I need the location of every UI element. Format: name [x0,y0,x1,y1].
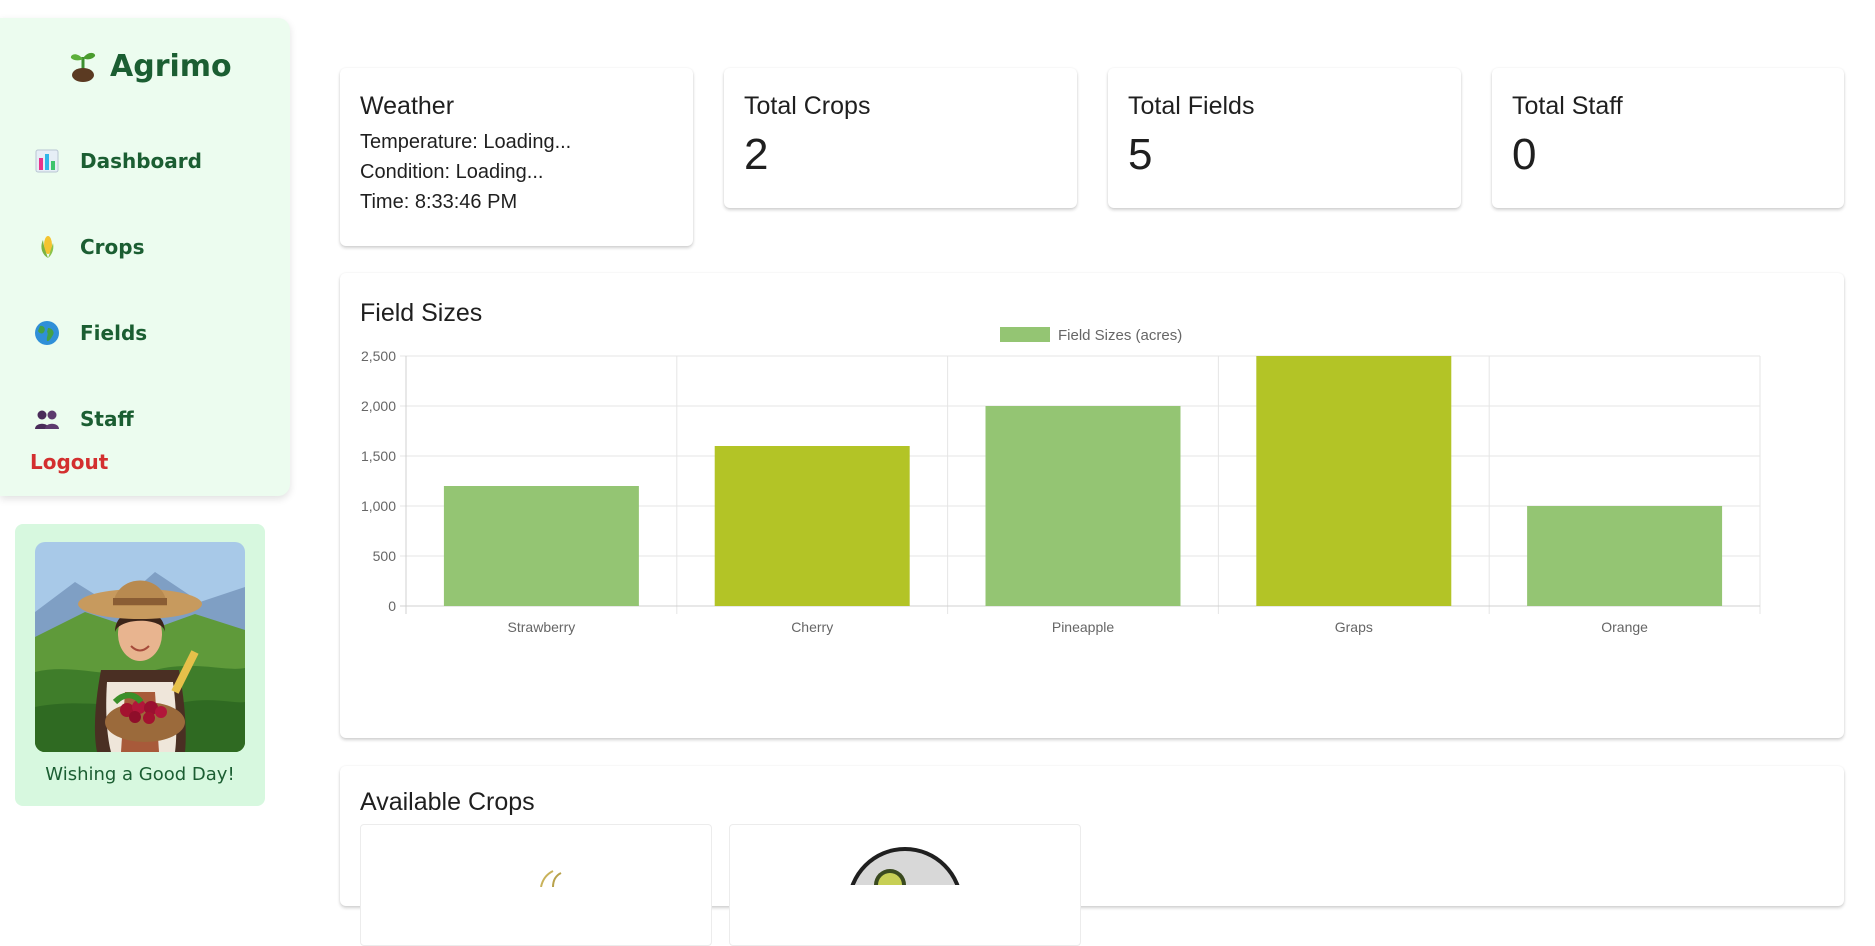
stat-card-total-fields: Total Fields 5 [1108,68,1461,208]
nav-item-staff[interactable]: Staff [34,406,134,432]
stat-value: 2 [744,130,769,179]
weather-condition: Condition: Loading... [360,161,544,183]
corn-icon [34,234,60,260]
bar [443,486,639,606]
stat-value: 0 [1512,130,1537,179]
nav-item-fields[interactable]: Fields [34,320,147,346]
stat-title: Total Staff [1512,92,1623,120]
crop-image [540,870,562,887]
people-icon [34,406,60,432]
crops-title: Available Crops [360,788,535,816]
nav-item-crops[interactable]: Crops [34,234,145,260]
field-sizes-card: Field Sizes 0 500 1,000 1,500 2,000 2,500 Stra… [340,273,1844,738]
y-tick-label: 500 [373,548,397,564]
crop-card[interactable] [729,824,1081,946]
chart-legend: Field Sizes (acres) [1000,327,1182,344]
bar [714,446,910,606]
x-tick-label: Graps [1335,619,1373,635]
nav-label: Crops [80,235,145,259]
weather-card: Weather Temperature: Loading... Conditio… [340,68,693,246]
bar [1527,506,1723,606]
crop-image [850,847,960,885]
stat-title: Total Crops [744,92,871,120]
weather-time: Time: 8:33:46 PM [360,191,518,213]
stat-value: 5 [1128,130,1153,179]
sidebar: Agrimo Dashboard Crops Fields Staff Logo… [0,18,290,496]
nav-item-dashboard[interactable]: Dashboard [34,148,202,174]
globe-icon [34,320,60,346]
weather-title: Weather [360,92,455,120]
bar-chart-icon [34,148,60,174]
legend-swatch[interactable] [1000,327,1050,342]
x-tick-label: Strawberry [508,619,576,635]
stat-card-total-staff: Total Staff 0 [1492,68,1844,208]
seedling-icon [70,52,96,82]
bar [1256,356,1452,606]
bar [985,406,1181,606]
crop-card[interactable] [360,824,712,946]
greeting-card: Wishing a Good Day! [15,524,265,806]
field-sizes-chart: 0 500 1,000 1,500 2,000 2,500 Strawberry Cherry… [361,327,1761,635]
available-crops-card: Available Crops [340,766,1844,946]
x-tick-label: Cherry [791,619,833,635]
brand-name: Agrimo [110,48,232,84]
farmer-illustration [35,542,245,752]
x-tick-label: Orange [1601,619,1648,635]
y-tick-label: 2,000 [361,398,396,414]
nav-label: Fields [80,321,148,345]
nav-label: Staff [80,407,134,431]
x-tick-label: Pineapple [1052,619,1114,635]
y-tick-label: 1,000 [361,498,396,514]
y-tick-label: 2,500 [361,348,396,364]
stat-card-total-crops: Total Crops 2 [724,68,1077,208]
nav-label: Dashboard [80,149,202,173]
greeting-text: Wishing a Good Day! [45,764,235,785]
legend-label[interactable]: Field Sizes (acres) [1058,327,1182,344]
logout-link[interactable]: Logout [30,450,108,474]
brand[interactable]: Agrimo [68,46,232,86]
stat-title: Total Fields [1128,92,1255,120]
y-tick-label: 1,500 [361,448,396,464]
weather-temperature: Temperature: Loading... [360,131,572,153]
y-tick-label: 0 [388,598,396,614]
